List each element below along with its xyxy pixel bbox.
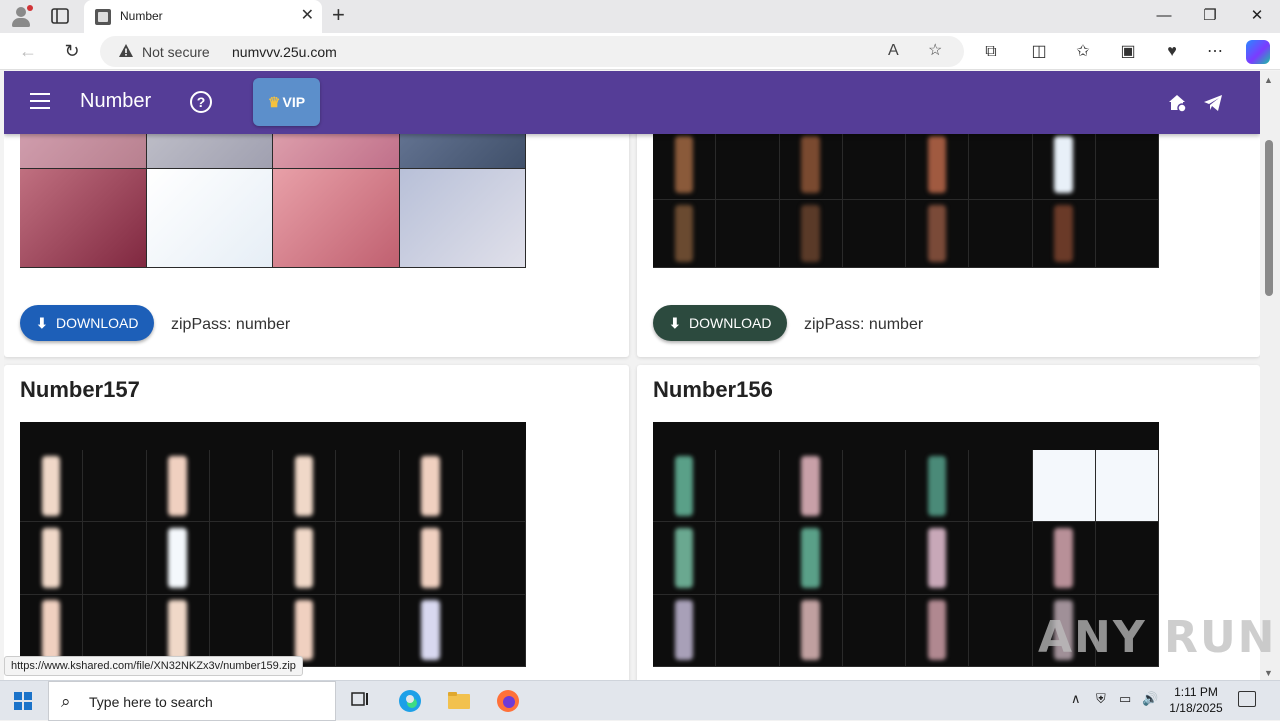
page-viewport: Number ? ♛ VIP ⬇ DOWNLOAD zipPass: numbe… (4, 71, 1260, 680)
back-icon[interactable]: ← (15, 39, 41, 63)
site-brand[interactable]: Number (80, 90, 151, 113)
notifications-icon[interactable] (1238, 691, 1256, 707)
vip-button[interactable]: ♛ VIP (253, 78, 320, 126)
scroll-down-icon[interactable]: ▼ (1264, 668, 1273, 678)
collections-icon[interactable]: ▣ (1117, 41, 1139, 63)
app-bar: Number ? ♛ VIP (4, 71, 1260, 134)
help-icon[interactable]: ? (190, 91, 212, 113)
url-text[interactable]: numvvv.25u.com (232, 44, 337, 60)
tab-title: Number (120, 9, 163, 23)
preview-thumbnail[interactable] (20, 422, 526, 667)
zip-password: zipPass: number (804, 316, 924, 333)
network-icon[interactable]: ▭ (1119, 691, 1131, 707)
download-button[interactable]: ⬇ DOWNLOAD (20, 305, 155, 341)
reload-icon[interactable]: ↻ (59, 39, 85, 63)
task-view-icon[interactable] (344, 687, 376, 715)
new-tab-icon[interactable]: + (332, 3, 345, 27)
edge-browser-icon[interactable] (394, 687, 426, 715)
site-favicon-icon (95, 9, 111, 25)
read-aloud-icon[interactable]: A (888, 41, 899, 61)
post-title[interactable]: Number156 (653, 377, 773, 403)
minimize-icon[interactable]: — (1141, 0, 1187, 33)
performance-icon[interactable]: ♥ (1161, 41, 1183, 63)
tray-overflow-icon[interactable]: ∧ (1071, 691, 1081, 707)
windows-taskbar: ⌕ Type here to search ∧ ⛨ ▭ 🔊 1:11 PM 1/… (0, 680, 1280, 721)
post-title[interactable]: Number157 (20, 377, 140, 403)
download-icon: ⬇ (36, 315, 48, 331)
taskbar-search[interactable]: ⌕ Type here to search (48, 681, 336, 721)
volume-icon[interactable]: 🔊 (1142, 691, 1158, 707)
close-tab-icon[interactable]: ✕ (301, 7, 314, 25)
more-options-icon[interactable]: ⋯ (1204, 41, 1226, 63)
crown-icon: ♛ (267, 94, 281, 110)
browser-tab-strip: Number ✕ + — ❐ ✕ (0, 0, 1280, 33)
status-bar-url: https://www.kshared.com/file/XN32NKZx3v/… (4, 656, 303, 676)
browser-toolbar: ← ↻ Not secure numvvv.25u.com A ☆ ⧉ ◫ ✩ … (0, 33, 1280, 70)
firefox-icon[interactable] (492, 687, 524, 715)
warning-icon (119, 44, 133, 57)
vip-label: VIP (282, 94, 306, 110)
clock-date: 1/18/2025 (1169, 701, 1223, 715)
scrollbar-thumb[interactable] (1265, 140, 1273, 296)
extensions-icon[interactable]: ⧉ (980, 41, 1002, 63)
menu-icon[interactable] (30, 93, 50, 111)
address-bar[interactable]: Not secure numvvv.25u.com A ☆ (100, 36, 964, 67)
security-label: Not secure (142, 44, 210, 60)
download-button[interactable]: ⬇ DOWNLOAD (653, 305, 788, 341)
favorite-star-icon[interactable]: ☆ (928, 41, 942, 61)
taskbar-clock[interactable]: 1:11 PM 1/18/2025 (1160, 684, 1232, 716)
page-scrollbar[interactable]: ▲ ▼ (1260, 71, 1280, 680)
telegram-icon[interactable] (1203, 93, 1223, 113)
browser-tab[interactable]: Number ✕ (84, 0, 322, 33)
home-icon[interactable] (1167, 93, 1187, 113)
tab-actions-icon[interactable] (50, 7, 70, 25)
anyrun-watermark: ANY RUN (1038, 612, 1277, 663)
windows-start-icon[interactable] (14, 692, 32, 710)
security-tray-icon[interactable]: ⛨ (1096, 691, 1106, 707)
search-icon: ⌕ (61, 692, 71, 711)
clock-time: 1:11 PM (1174, 685, 1218, 699)
download-icon: ⬇ (669, 315, 681, 331)
copilot-icon[interactable] (1246, 40, 1270, 64)
close-window-icon[interactable]: ✕ (1234, 0, 1280, 33)
search-placeholder: Type here to search (89, 694, 213, 710)
zip-password: zipPass: number (171, 316, 291, 333)
scroll-up-icon[interactable]: ▲ (1264, 75, 1273, 85)
download-label: DOWNLOAD (56, 315, 139, 331)
split-screen-icon[interactable]: ◫ (1028, 41, 1050, 63)
post-card: Number157 (4, 365, 629, 680)
restore-icon[interactable]: ❐ (1187, 0, 1233, 33)
favorites-icon[interactable]: ✩ (1072, 41, 1094, 63)
download-label: DOWNLOAD (689, 315, 772, 331)
profile-icon[interactable] (10, 5, 33, 27)
file-explorer-icon[interactable] (443, 687, 475, 715)
